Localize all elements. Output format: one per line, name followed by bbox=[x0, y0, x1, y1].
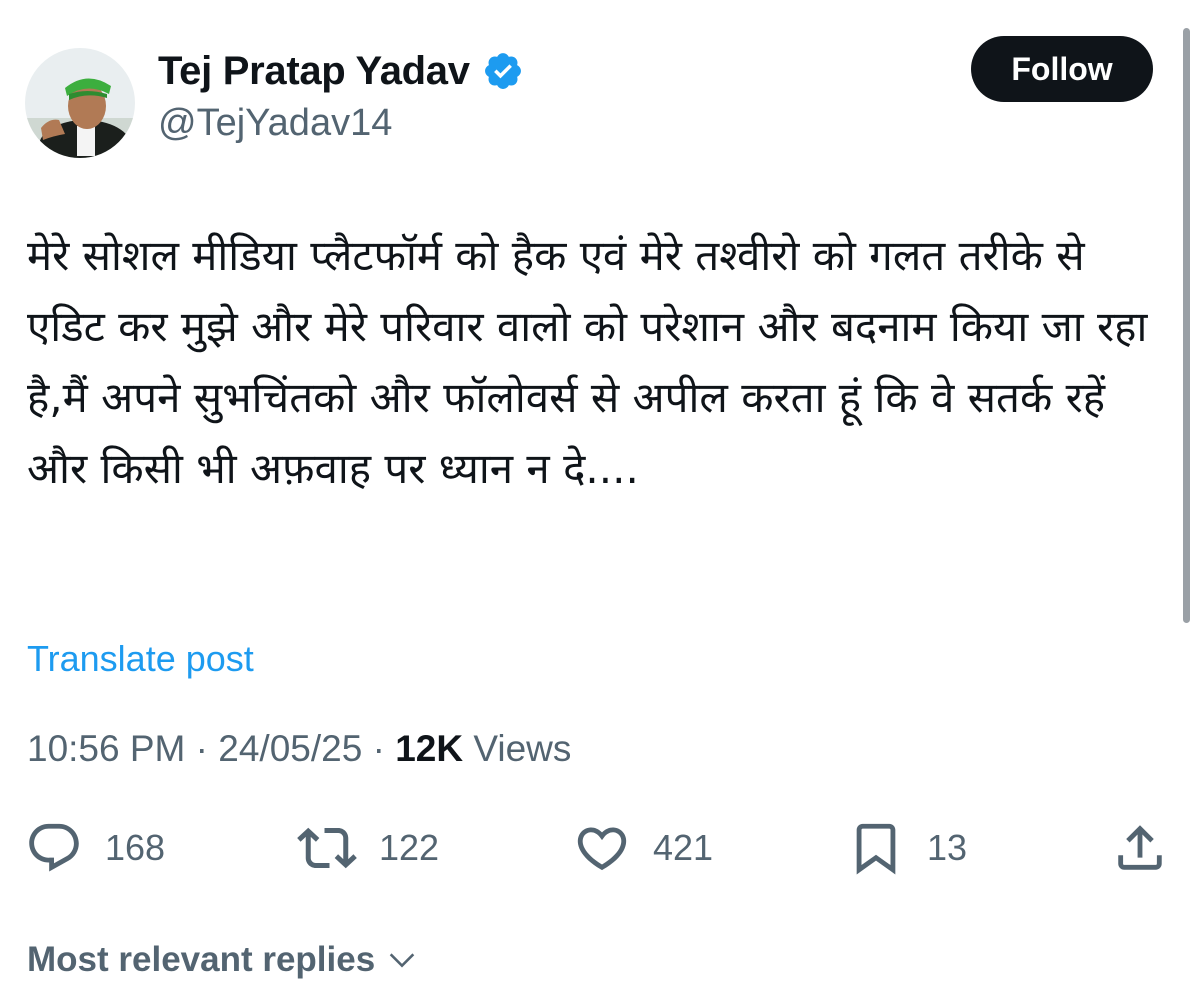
share-icon bbox=[1118, 825, 1162, 870]
author-display-name[interactable]: Tej Pratap Yadav bbox=[158, 49, 470, 94]
action-bar: 168 122 421 13 bbox=[25, 818, 1175, 878]
author-handle[interactable]: @TejYadav14 bbox=[158, 102, 392, 145]
bookmark-count: 13 bbox=[927, 827, 968, 868]
post-text: मेरे सोशल मीडिया प्लैटफॉर्म को हैक एवं म… bbox=[27, 231, 1148, 493]
post-time[interactable]: 10:56 PM bbox=[27, 728, 185, 769]
author-name-row: Tej Pratap Yadav bbox=[158, 44, 524, 98]
views-label: Views bbox=[473, 728, 572, 769]
verified-badge-icon[interactable] bbox=[482, 50, 524, 92]
scrollbar[interactable] bbox=[1183, 28, 1190, 623]
like-button[interactable]: 421 bbox=[573, 818, 713, 878]
post-date[interactable]: 24/05/25 bbox=[218, 728, 362, 769]
like-count: 421 bbox=[653, 827, 714, 868]
views-count[interactable]: 12K bbox=[395, 728, 463, 769]
author-avatar[interactable] bbox=[25, 48, 135, 158]
replies-sort-label: Most relevant replies bbox=[27, 940, 376, 979]
repost-button[interactable]: 122 bbox=[297, 818, 439, 878]
follow-button[interactable]: Follow bbox=[971, 36, 1153, 102]
repost-icon bbox=[297, 827, 357, 869]
reply-icon bbox=[29, 823, 79, 872]
repost-count: 122 bbox=[379, 827, 440, 868]
reply-button[interactable]: 168 bbox=[25, 818, 165, 878]
post-metadata: 10:56 PM · 24/05/25 · 12K Views bbox=[27, 728, 571, 770]
bookmark-button[interactable]: 13 bbox=[847, 818, 967, 878]
translate-post-link[interactable]: Translate post bbox=[27, 638, 254, 680]
bookmark-icon bbox=[856, 823, 896, 875]
replies-sort-dropdown[interactable]: Most relevant replies bbox=[27, 940, 419, 980]
share-button[interactable] bbox=[1111, 818, 1169, 878]
chevron-down-icon bbox=[389, 953, 415, 968]
avatar-image bbox=[25, 48, 135, 158]
reply-count: 168 bbox=[105, 827, 166, 868]
heart-icon bbox=[577, 827, 627, 871]
meta-separator: · bbox=[195, 728, 208, 769]
meta-separator: · bbox=[372, 728, 385, 769]
